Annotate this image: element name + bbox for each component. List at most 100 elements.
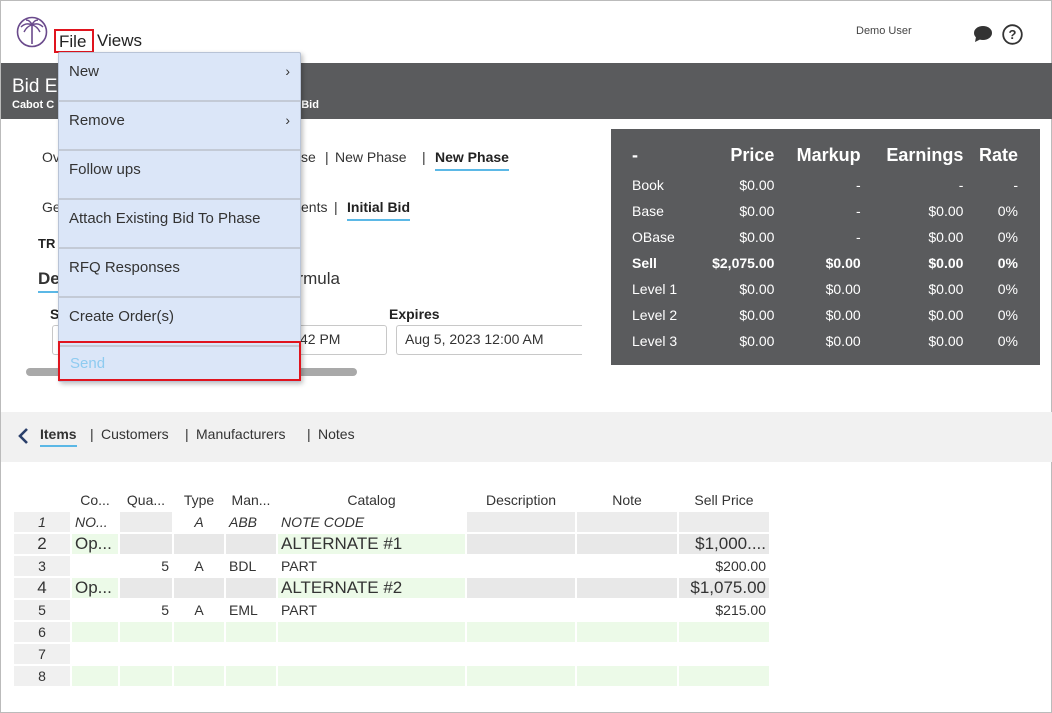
help-icon[interactable]: ?: [1002, 24, 1023, 45]
column-header-quantity[interactable]: Qua...: [120, 489, 172, 510]
column-header-type[interactable]: Type: [174, 489, 224, 510]
grid-cell-sell[interactable]: [679, 512, 769, 532]
grid-cell-note[interactable]: [577, 600, 677, 620]
grid-cell-type[interactable]: [174, 666, 224, 686]
grid-cell-sell[interactable]: $1,000....: [679, 534, 769, 554]
tab-initial-bid[interactable]: Initial Bid: [347, 199, 410, 221]
menu-item-new[interactable]: New ›: [59, 53, 300, 102]
grid-cell-desc[interactable]: [467, 644, 575, 664]
tab-items[interactable]: Items: [40, 426, 77, 447]
table-row[interactable]: 2 Op... ALTERNATE #1 $1,000....: [14, 534, 769, 554]
grid-cell-type[interactable]: [174, 644, 224, 664]
grid-cell-catalog[interactable]: [278, 666, 465, 686]
menu-item-follow-ups[interactable]: Follow ups: [59, 151, 300, 200]
grid-cell-note[interactable]: [577, 534, 677, 554]
tab-customers[interactable]: Customers: [101, 426, 169, 442]
table-row[interactable]: 7: [14, 644, 769, 664]
grid-cell-code[interactable]: [72, 622, 118, 642]
chevron-left-icon[interactable]: [16, 426, 32, 446]
grid-cell-desc[interactable]: [467, 512, 575, 532]
grid-cell-man[interactable]: BDL: [226, 556, 276, 576]
column-header-catalog[interactable]: Catalog: [278, 489, 465, 510]
grid-cell-catalog[interactable]: [278, 622, 465, 642]
grid-cell-man[interactable]: [226, 534, 276, 554]
grid-cell-qty[interactable]: [120, 534, 172, 554]
grid-cell-sell[interactable]: [679, 644, 769, 664]
grid-cell-man[interactable]: [226, 578, 276, 598]
grid-cell-type[interactable]: A: [174, 556, 224, 576]
tab-phase[interactable]: se: [301, 149, 316, 165]
grid-cell-sell[interactable]: $1,075.00: [679, 578, 769, 598]
grid-cell-code[interactable]: [72, 644, 118, 664]
grid-cell-type[interactable]: [174, 534, 224, 554]
grid-cell-catalog[interactable]: PART: [278, 556, 465, 576]
grid-cell-code[interactable]: Op...: [72, 534, 118, 554]
grid-cell-type[interactable]: A: [174, 600, 224, 620]
grid-cell-man[interactable]: [226, 644, 276, 664]
grid-cell-code[interactable]: [72, 556, 118, 576]
grid-cell-desc[interactable]: [467, 556, 575, 576]
tab-notes[interactable]: Notes: [318, 426, 355, 442]
table-row[interactable]: 3 5 A BDL PART $200.00: [14, 556, 769, 576]
grid-cell-note[interactable]: [577, 666, 677, 686]
grid-cell-catalog[interactable]: PART: [278, 600, 465, 620]
tab-documents[interactable]: ents: [301, 199, 327, 215]
column-header-description[interactable]: Description: [467, 489, 575, 510]
grid-cell-note[interactable]: [577, 622, 677, 642]
grid-cell-catalog[interactable]: ALTERNATE #1: [278, 534, 465, 554]
grid-cell-qty[interactable]: [120, 622, 172, 642]
grid-cell-qty[interactable]: [120, 644, 172, 664]
menu-item-send[interactable]: Send: [58, 341, 301, 381]
chat-icon[interactable]: [973, 25, 993, 43]
grid-cell-sell[interactable]: $215.00: [679, 600, 769, 620]
grid-cell-qty[interactable]: [120, 666, 172, 686]
grid-cell-sell[interactable]: $200.00: [679, 556, 769, 576]
grid-cell-desc[interactable]: [467, 622, 575, 642]
table-row[interactable]: 4 Op... ALTERNATE #2 $1,075.00: [14, 578, 769, 598]
user-name[interactable]: Demo User: [856, 25, 912, 37]
grid-cell-note[interactable]: [577, 556, 677, 576]
grid-cell-type[interactable]: A: [174, 512, 224, 532]
column-header-manufacturer[interactable]: Man...: [226, 489, 276, 510]
file-menu[interactable]: File: [54, 29, 94, 53]
palm-logo-icon[interactable]: [16, 16, 48, 48]
grid-cell-catalog[interactable]: ALTERNATE #2: [278, 578, 465, 598]
table-row[interactable]: 1 NO... A ABB NOTE CODE: [14, 512, 769, 532]
tab-details[interactable]: De: [38, 269, 60, 293]
tab-new-phase[interactable]: New Phase: [335, 149, 407, 165]
grid-cell-code[interactable]: NO...: [72, 512, 118, 532]
grid-cell-note[interactable]: [577, 512, 677, 532]
grid-cell-code[interactable]: [72, 600, 118, 620]
grid-cell-type[interactable]: [174, 578, 224, 598]
grid-cell-man[interactable]: ABB: [226, 512, 276, 532]
column-header-note[interactable]: Note: [577, 489, 677, 510]
tab-new-phase-active[interactable]: New Phase: [435, 149, 509, 171]
grid-cell-man[interactable]: [226, 666, 276, 686]
menu-item-remove[interactable]: Remove ›: [59, 102, 300, 151]
grid-cell-type[interactable]: [174, 622, 224, 642]
menu-item-attach-existing-bid[interactable]: Attach Existing Bid To Phase: [59, 200, 300, 249]
grid-cell-qty[interactable]: 5: [120, 556, 172, 576]
grid-cell-note[interactable]: [577, 578, 677, 598]
grid-cell-note[interactable]: [577, 644, 677, 664]
grid-cell-code[interactable]: [72, 666, 118, 686]
tab-manufacturers[interactable]: Manufacturers: [196, 426, 285, 442]
table-row[interactable]: 6: [14, 622, 769, 642]
grid-cell-desc[interactable]: [467, 600, 575, 620]
grid-cell-man[interactable]: [226, 622, 276, 642]
menu-item-rfq-responses[interactable]: RFQ Responses: [59, 249, 300, 298]
grid-cell-sell[interactable]: [679, 666, 769, 686]
grid-cell-desc[interactable]: [467, 534, 575, 554]
grid-cell-man[interactable]: EML: [226, 600, 276, 620]
grid-cell-qty[interactable]: [120, 578, 172, 598]
menu-item-create-orders[interactable]: Create Order(s): [59, 298, 300, 347]
grid-cell-catalog[interactable]: [278, 644, 465, 664]
grid-cell-desc[interactable]: [467, 666, 575, 686]
table-row[interactable]: 5 5 A EML PART $215.00: [14, 600, 769, 620]
table-row[interactable]: 8: [14, 666, 769, 686]
grid-cell-desc[interactable]: [467, 578, 575, 598]
grid-cell-qty[interactable]: 5: [120, 600, 172, 620]
views-menu[interactable]: Views: [97, 31, 142, 51]
column-header-code[interactable]: Co...: [72, 489, 118, 510]
column-header-sell-price[interactable]: Sell Price: [679, 489, 769, 510]
